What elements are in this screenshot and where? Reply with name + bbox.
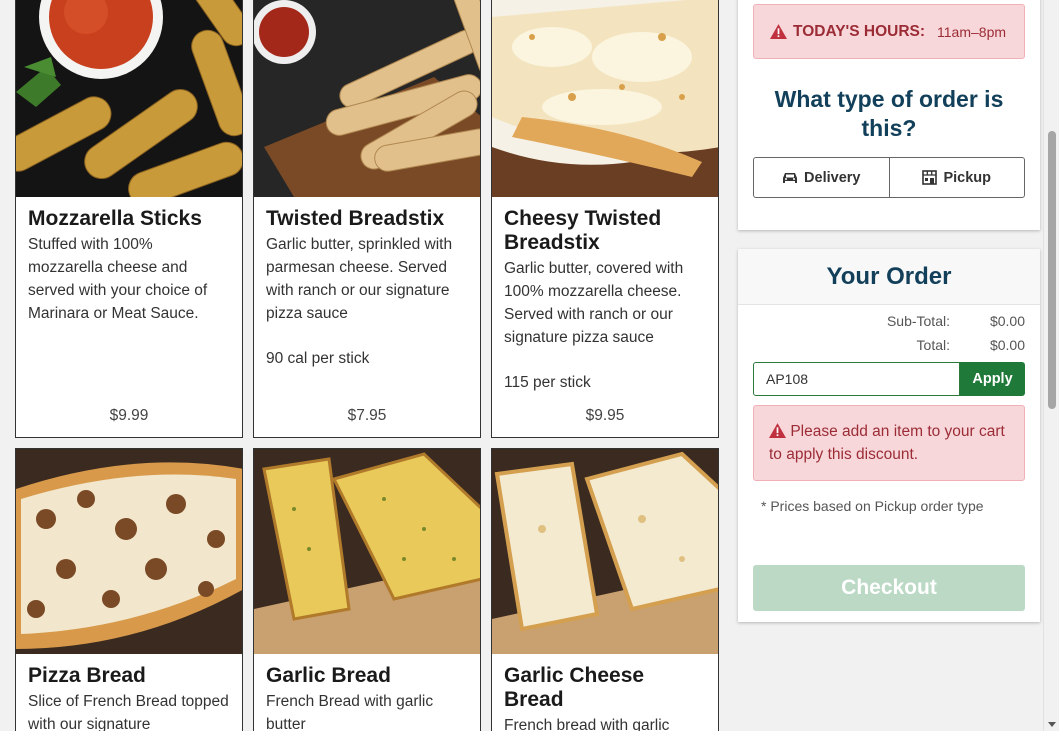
- hours-value: 11am–8pm: [937, 23, 1007, 40]
- menu-card-mozzarella-sticks[interactable]: Mozzarella Sticks Stuffed with 100% mozz…: [15, 0, 243, 438]
- store-icon: [922, 170, 938, 185]
- warning-icon: [769, 423, 786, 438]
- item-name: Twisted Breadstix: [266, 207, 445, 230]
- total-value: $0.00: [989, 337, 1025, 353]
- scrollbar-thumb[interactable]: [1048, 131, 1056, 409]
- item-description: French bread with garlic butter and 100%…: [504, 717, 670, 731]
- garlic-bread-photo: [254, 449, 480, 654]
- menu-card-garlic-cheese-bread[interactable]: Garlic Cheese Bread French bread with ga…: [491, 448, 719, 731]
- delivery-button[interactable]: Delivery: [754, 158, 889, 197]
- total-label: Total:: [916, 337, 950, 353]
- garlic-cheese-bread-photo: [492, 449, 718, 654]
- order-type-panel: TODAY'S HOURS: 11am–8pm What type of ord…: [738, 0, 1040, 230]
- item-calories: 90 cal per stick: [266, 350, 370, 367]
- discount-alert: Please add an item to your cart to apply…: [753, 405, 1025, 481]
- item-description: Stuffed with 100% mozzarella cheese and …: [28, 236, 208, 322]
- item-name: Pizza Bread: [28, 664, 146, 687]
- item-description: French Bread with garlic butter: [266, 693, 434, 731]
- menu-card-cheesy-twisted-breadstix[interactable]: Cheesy Twisted Breadstix Garlic butter, …: [491, 0, 719, 438]
- order-type-question: What type of order is this?: [774, 86, 1004, 141]
- discount-alert-text: Please add an item to your cart to apply…: [769, 423, 1005, 463]
- pizza-bread-photo: [16, 449, 242, 654]
- your-order-title: Your Order: [738, 249, 1040, 305]
- item-calories: 115 per stick: [504, 374, 591, 391]
- page-scrollbar[interactable]: [1043, 0, 1059, 731]
- coupon-form: Apply: [753, 362, 1025, 396]
- car-icon: [783, 172, 798, 183]
- order-type-toggle: Delivery Pickup: [753, 157, 1025, 198]
- item-name: Mozzarella Sticks: [28, 207, 202, 230]
- your-order-panel: Your Order Sub-Total: $0.00 Total: $0.00…: [738, 249, 1040, 622]
- hours-alert: TODAY'S HOURS: 11am–8pm: [753, 4, 1025, 59]
- total-row: Total: $0.00: [738, 337, 1040, 353]
- pickup-button[interactable]: Pickup: [888, 158, 1025, 197]
- item-name: Cheesy Twisted Breadstix: [504, 207, 662, 254]
- scroll-down-arrow-icon[interactable]: [1048, 722, 1056, 727]
- menu-card-garlic-bread[interactable]: Garlic Bread French Bread with garlic bu…: [253, 448, 481, 731]
- checkout-button[interactable]: Checkout: [753, 565, 1025, 611]
- pricing-note: * Prices based on Pickup order type: [761, 498, 984, 514]
- delivery-label: Delivery: [804, 169, 861, 186]
- coupon-code-input[interactable]: [753, 362, 960, 396]
- twisted-breadstix-photo: [254, 0, 480, 197]
- item-description: Slice of French Bread topped with our si…: [28, 693, 229, 731]
- item-description: Garlic butter, sprinkled with parmesan c…: [266, 236, 453, 322]
- pickup-label: Pickup: [943, 169, 992, 186]
- subtotal-value: $0.00: [989, 313, 1025, 329]
- item-price: $9.99: [109, 407, 149, 424]
- menu-card-twisted-breadstix[interactable]: Twisted Breadstix Garlic butter, sprinkl…: [253, 0, 481, 438]
- subtotal-label: Sub-Total:: [886, 313, 950, 329]
- subtotal-row: Sub-Total: $0.00: [738, 313, 1040, 329]
- item-name: Garlic Bread: [266, 664, 391, 687]
- item-description: Garlic butter, covered with 100% mozzare…: [504, 260, 684, 346]
- hours-label: TODAY'S HOURS:: [793, 22, 926, 40]
- apply-coupon-button[interactable]: Apply: [960, 362, 1025, 396]
- item-name: Garlic Cheese Bread: [504, 664, 645, 711]
- cheesy-breadstix-photo: [492, 0, 718, 197]
- mozzarella-sticks-photo: [16, 0, 242, 197]
- menu-card-pizza-bread[interactable]: Pizza Bread Slice of French Bread topped…: [15, 448, 243, 731]
- item-price: $7.95: [347, 407, 387, 424]
- item-price: $9.95: [585, 407, 625, 424]
- menu-grid: Mozzarella Sticks Stuffed with 100% mozz…: [15, 0, 719, 731]
- warning-icon: [770, 24, 787, 39]
